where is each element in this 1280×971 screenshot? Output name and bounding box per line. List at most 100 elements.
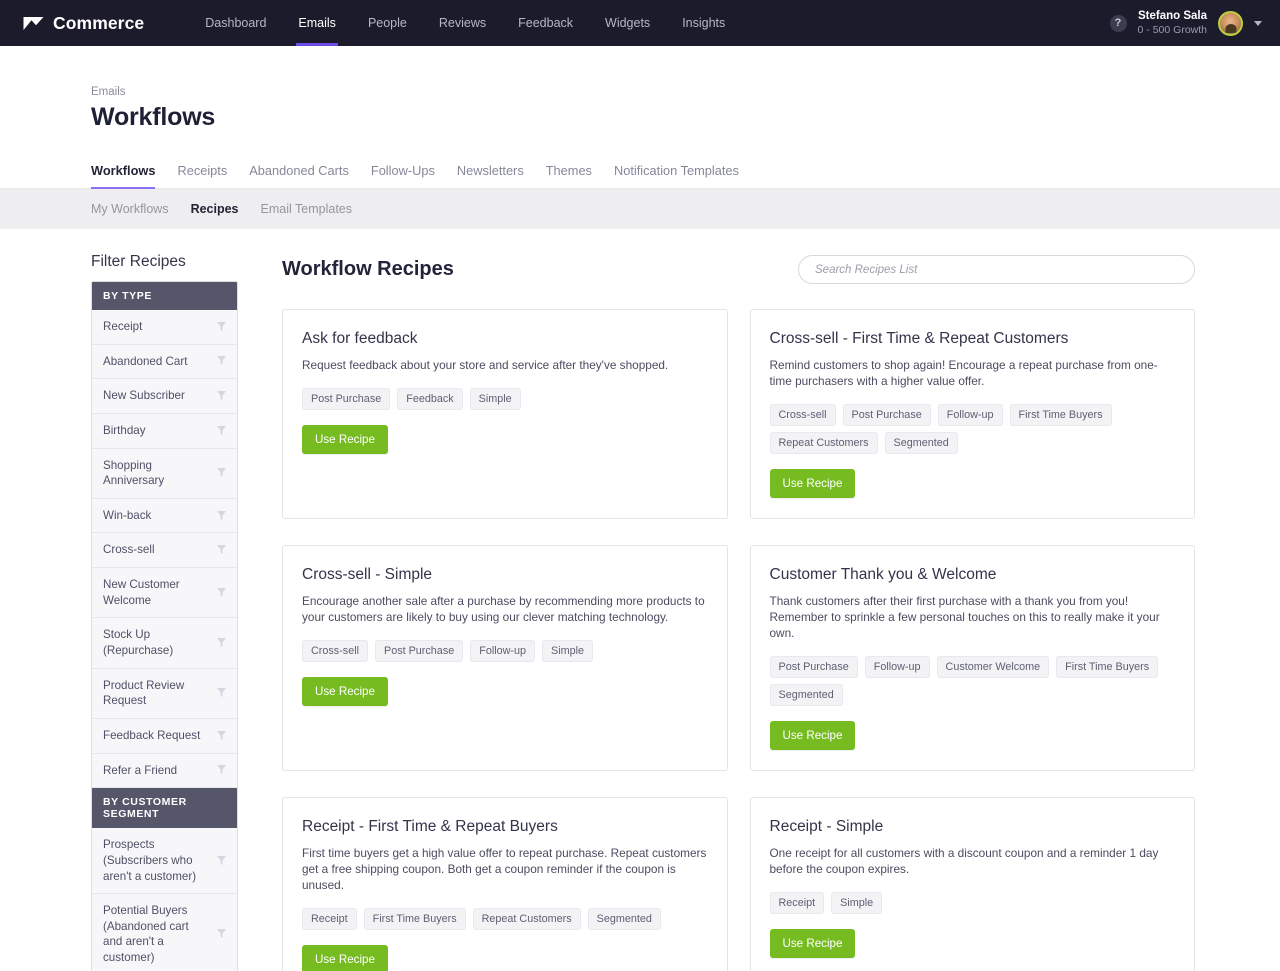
nav-item-feedback[interactable]: Feedback (502, 0, 589, 46)
tab-receipts[interactable]: Receipts (177, 163, 239, 188)
recipe-tag[interactable]: Segmented (769, 684, 843, 707)
recipe-tag[interactable]: Simple (469, 388, 521, 411)
subtab-my-workflows[interactable]: My Workflows (91, 202, 169, 216)
nav-item-insights[interactable]: Insights (666, 0, 741, 46)
filter-item-product-review-request[interactable]: Product Review Request (92, 668, 237, 719)
tab-notification-templates[interactable]: Notification Templates (614, 163, 751, 188)
nav-right-section: ? Stefano Sala 0 - 500 Growth (1109, 0, 1280, 46)
tab-abandoned-carts[interactable]: Abandoned Carts (249, 163, 361, 188)
filter-item-new-customer-welcome[interactable]: New Customer Welcome (92, 568, 237, 619)
funnel-icon (217, 587, 226, 597)
recipe-tag[interactable]: First Time Buyers (363, 908, 466, 931)
recipe-tag[interactable]: Repeat Customers (472, 908, 581, 931)
filter-label: New Customer Welcome (103, 578, 180, 607)
recipe-tag[interactable]: Post Purchase (769, 656, 858, 679)
use-recipe-button[interactable]: Use Recipe (302, 945, 388, 971)
funnel-icon (217, 730, 226, 740)
filter-item-shopping-anniversary[interactable]: Shopping Anniversary (92, 448, 237, 499)
recipe-tag[interactable]: Follow-up (470, 640, 536, 663)
nav-item-people[interactable]: People (352, 0, 423, 46)
recipe-tag-list: Cross-sell Post Purchase Follow-up Simpl… (302, 640, 708, 663)
filter-item-potential-buyers[interactable]: Potential Buyers (Abandoned cart and are… (92, 894, 237, 971)
use-recipe-button[interactable]: Use Recipe (769, 929, 856, 959)
recipe-tag[interactable]: First Time Buyers (1056, 656, 1159, 679)
brand-logo[interactable]: Commerce (0, 0, 154, 46)
recipe-tag[interactable]: Cross-sell (302, 640, 368, 663)
funnel-icon (217, 545, 226, 555)
filter-label: Stock Up (Repurchase) (103, 628, 174, 658)
recipe-tag[interactable]: Segmented (587, 908, 661, 931)
brand-name: Commerce (53, 12, 145, 33)
chevron-down-icon[interactable] (1254, 20, 1262, 26)
tab-workflows[interactable]: Workflows (91, 163, 167, 189)
recipe-tag[interactable]: Repeat Customers (769, 432, 878, 455)
use-recipe-button[interactable]: Use Recipe (302, 425, 388, 455)
help-icon[interactable]: ? (1109, 14, 1127, 32)
page-body: Filter Recipes BY TYPE Receipt Abandoned… (0, 229, 1280, 971)
filter-label: Shopping Anniversary (103, 458, 165, 488)
recipe-description: Thank customers after their first purcha… (769, 594, 1160, 641)
recipe-tag[interactable]: Post Purchase (375, 640, 464, 663)
use-recipe-button[interactable]: Use Recipe (769, 721, 856, 751)
recipe-tag[interactable]: First Time Buyers (1009, 404, 1112, 427)
recipe-tag[interactable]: Follow-up (864, 656, 930, 679)
tab-follow-ups[interactable]: Follow-Ups (371, 163, 447, 188)
recipe-title: Receipt - First Time & Repeat Buyers (302, 818, 558, 836)
secondary-tab-bar: My Workflows Recipes Email Templates (0, 189, 1280, 229)
search-input[interactable] (815, 263, 1178, 276)
nav-label: Feedback (518, 16, 574, 30)
avatar[interactable] (1218, 10, 1243, 36)
tab-newsletters[interactable]: Newsletters (457, 163, 536, 188)
tab-label: Workflows (91, 163, 156, 178)
filter-item-prospects[interactable]: Prospects (Subscribers who aren't a cust… (92, 828, 237, 895)
nav-item-emails[interactable]: Emails (282, 0, 352, 46)
recipe-card: Receipt - Simple One receipt for all cus… (749, 797, 1195, 971)
nav-item-dashboard[interactable]: Dashboard (189, 0, 282, 46)
filter-item-new-subscriber[interactable]: New Subscriber (92, 379, 237, 414)
recipe-tag[interactable]: Follow-up (937, 404, 1003, 427)
filter-item-cross-sell[interactable]: Cross-sell (92, 533, 237, 569)
main-content: Workflow Recipes Ask for feedback Reques… (238, 253, 1280, 971)
envelope-logo-icon (23, 15, 44, 31)
filter-item-win-back[interactable]: Win-back (92, 498, 237, 534)
filter-label: Refer a Friend (103, 763, 178, 777)
recipe-tag[interactable]: Post Purchase (302, 388, 391, 411)
recipe-title: Cross-sell - Simple (302, 566, 433, 584)
use-recipe-button[interactable]: Use Recipe (302, 677, 388, 707)
recipe-tag[interactable]: Segmented (884, 432, 958, 455)
filter-item-stock-up-repurchase[interactable]: Stock Up (Repurchase) (92, 618, 237, 669)
subtab-recipes[interactable]: Recipes (191, 202, 239, 216)
tab-label: Follow-Ups (370, 163, 435, 178)
tab-themes[interactable]: Themes (546, 163, 604, 188)
filter-group-heading-by-customer-segment: BY CUSTOMER SEGMENT (92, 788, 237, 829)
filter-item-refer-a-friend[interactable]: Refer a Friend (92, 753, 237, 789)
breadcrumb[interactable]: Emails (91, 86, 1280, 98)
nav-item-reviews[interactable]: Reviews (423, 0, 502, 46)
filter-item-birthday[interactable]: Birthday (92, 413, 237, 449)
recipe-tag[interactable]: Receipt (302, 908, 357, 931)
filter-item-receipt[interactable]: Receipt (92, 310, 237, 345)
recipe-card: Ask for feedback Request feedback about … (282, 309, 728, 520)
user-info[interactable]: Stefano Sala 0 - 500 Growth (1138, 9, 1207, 37)
tab-label: Notification Templates (613, 163, 739, 178)
nav-item-widgets[interactable]: Widgets (589, 0, 666, 46)
recipe-tag-list: Post Purchase Follow-up Customer Welcome… (769, 656, 1176, 707)
recipe-tag[interactable]: Customer Welcome (936, 656, 1050, 679)
recipe-tag[interactable]: Cross-sell (769, 404, 836, 427)
funnel-icon (217, 468, 226, 478)
use-recipe-button[interactable]: Use Recipe (769, 469, 856, 499)
tab-label: Abandoned Carts (249, 163, 349, 178)
recipe-description: Encourage another sale after a purchase … (302, 594, 705, 625)
recipe-title: Cross-sell - First Time & Repeat Custome… (769, 330, 1069, 347)
recipe-tag[interactable]: Simple (542, 640, 594, 663)
recipe-tag[interactable]: Simple (831, 892, 883, 915)
subtab-email-templates[interactable]: Email Templates (261, 202, 352, 216)
filter-item-feedback-request[interactable]: Feedback Request (92, 718, 237, 754)
nav-label: Dashboard (205, 16, 267, 30)
recipe-tag[interactable]: Feedback (397, 388, 463, 411)
filter-item-abandoned-cart[interactable]: Abandoned Cart (92, 344, 237, 380)
recipe-tag[interactable]: Post Purchase (842, 404, 931, 427)
filter-label: Birthday (103, 423, 146, 437)
search-box[interactable] (798, 255, 1195, 284)
recipe-tag[interactable]: Receipt (769, 892, 825, 915)
